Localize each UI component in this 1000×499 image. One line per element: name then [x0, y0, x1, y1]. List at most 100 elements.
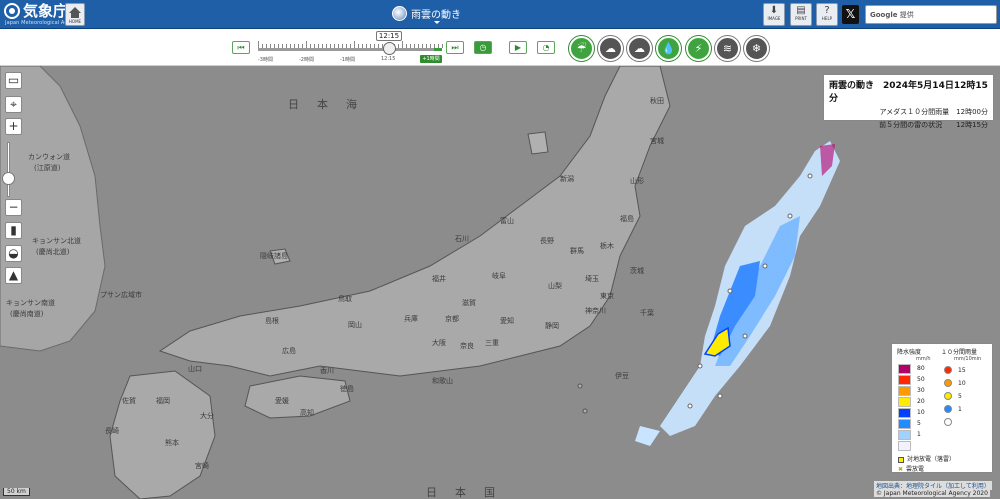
jma-logo[interactable]: 気象庁	[4, 3, 68, 19]
legend-panel: 降水強度 １０分間雨量 mm/h mm/10min 80 50 30 20 10 5 1 1…	[891, 343, 993, 473]
play-button[interactable]: ▶	[509, 41, 527, 54]
map-canvas[interactable]	[0, 66, 1000, 499]
prefecture-label: 大分	[200, 412, 214, 420]
forecast-label[interactable]: +1時間	[420, 55, 442, 63]
prefecture-label: 長野	[540, 237, 554, 245]
legend-swatch	[898, 441, 911, 451]
legend-lightning-cloud: ✖ 雲放電	[898, 466, 925, 473]
prefecture-label: 栃木	[600, 242, 614, 250]
search-provider: 提供	[899, 11, 914, 19]
zoom-slider-knob[interactable]	[2, 172, 15, 185]
legend-swatch	[898, 375, 911, 385]
prefecture-label: 佐賀	[122, 397, 136, 405]
amedas-point	[687, 403, 693, 409]
map-mode-button[interactable]: ▮	[5, 222, 22, 239]
map-source-credit[interactable]: 地図出典：地理院タイル（加工して利用）	[874, 481, 992, 490]
amedas-point	[742, 333, 748, 339]
timeline-tick	[402, 41, 403, 48]
speed-button[interactable]: ◔	[537, 41, 555, 54]
lightning-icon: ⚡	[694, 42, 703, 55]
legend-dot-label: 5	[958, 393, 962, 400]
prefecture-label: 和歌山	[432, 377, 453, 385]
region-label: 隠岐諸島	[260, 252, 288, 260]
print-button[interactable]: ▤ PRINT	[790, 3, 812, 26]
timeline-tick	[354, 41, 355, 48]
layers-button[interactable]: ▭	[5, 72, 22, 89]
location-button[interactable]: ⌖	[5, 96, 22, 113]
prefecture-label: 島根	[265, 317, 279, 325]
hazard-button[interactable]: ◒	[5, 245, 22, 262]
weather-map[interactable]: 日本海 日本国 カンウォン道 (江原道) キョンサン北道 (慶尚北道) キョンサ…	[0, 66, 1000, 499]
image-button[interactable]: ⬇ IMAGE	[763, 3, 785, 26]
legend-dot	[944, 418, 952, 426]
scale-bar: 50 km	[3, 488, 30, 496]
info-title: 雨雲の動き 2024年5月14日12時15分	[829, 81, 988, 104]
legend-dot-label: 1	[958, 406, 962, 413]
legend-swatch-label: 30	[917, 387, 925, 394]
prefecture-label: 長崎	[105, 427, 119, 435]
help-button[interactable]: ? HELP	[816, 3, 838, 26]
region-label: キョンサン北道	[32, 237, 81, 245]
skip-forward-icon: ⏭	[451, 43, 459, 52]
prefecture-label: 山梨	[548, 282, 562, 290]
latest-button[interactable]: ◷	[474, 41, 492, 54]
terrain-button[interactable]: ▲	[5, 267, 22, 284]
timeline-ticks	[258, 41, 443, 48]
legend-rain-unit: mm/h	[916, 356, 931, 362]
prefecture-label: 伊豆	[615, 372, 629, 380]
rain-radar-layer-button[interactable]: ☔	[569, 36, 594, 61]
first-frame-button[interactable]: ⏮	[232, 41, 250, 54]
legend-dot-label: 15	[958, 367, 966, 374]
prefecture-label: 滋賀	[462, 299, 476, 307]
sea-label-north: 日本海	[288, 98, 375, 111]
x-mark-icon: ✖	[898, 466, 904, 473]
zoom-out-button[interactable]: −	[5, 199, 22, 216]
skip-back-icon: ⏮	[237, 43, 245, 52]
chevron-down-icon[interactable]	[434, 21, 440, 24]
rain-amount-layer-button[interactable]: 💧	[656, 36, 681, 61]
search-input[interactable]: Google 提供	[865, 5, 997, 24]
prefecture-label: 香川	[320, 367, 334, 375]
current-time-bubble: 12:15	[376, 31, 402, 41]
legend-swatch	[898, 364, 911, 374]
timeline-track[interactable]	[258, 48, 434, 51]
minus-icon: −	[8, 200, 19, 214]
thunder-layer-button[interactable]: ⚡	[686, 36, 711, 61]
droplet-outline-icon: ◒	[8, 246, 19, 260]
info-panel: 雨雲の動き 2024年5月14日12時15分 アメダス１０分間雨量 12時00分…	[823, 74, 994, 129]
timeline-label: -3時間	[258, 57, 273, 63]
prefecture-label: 京都	[445, 315, 459, 323]
wind-layer-button[interactable]: ≋	[715, 36, 740, 61]
page-title: 雨雲の動き	[411, 10, 461, 21]
region-label: (江原道)	[34, 164, 61, 172]
question-icon: ?	[824, 5, 830, 16]
legend-swatch-label: 10	[917, 409, 925, 416]
square-icon	[898, 456, 904, 463]
timeline-label: -1時間	[340, 57, 355, 63]
prefecture-label: 愛知	[500, 317, 514, 325]
cloud-layer-button[interactable]: ☁	[598, 36, 623, 61]
prefecture-label: 広島	[282, 347, 296, 355]
cloud-forecast-layer-button[interactable]: ☁	[627, 36, 652, 61]
legend-swatch	[898, 397, 911, 407]
speedometer-icon: ◔	[542, 43, 550, 52]
timeline-tick	[442, 44, 443, 48]
prefecture-label: 福岡	[156, 397, 170, 405]
last-frame-button[interactable]: ⏭	[446, 41, 464, 54]
snow-icon: ❄	[751, 42, 762, 55]
timeline-forecast-track[interactable]	[434, 48, 442, 51]
zoom-in-button[interactable]: +	[5, 118, 22, 135]
prefecture-label: 群馬	[570, 247, 584, 255]
prefecture-label: 岡山	[348, 321, 362, 329]
snow-layer-button[interactable]: ❄	[744, 36, 769, 61]
prefecture-label: 山形	[630, 177, 644, 185]
cloud-rain-icon: ☁	[634, 42, 645, 55]
prefecture-label: 徳島	[340, 385, 354, 393]
page-title-dropdown[interactable]: 雨雲の動き	[392, 6, 461, 21]
home-button[interactable]: HOME	[65, 3, 85, 26]
region-label: カンウォン道	[28, 153, 70, 161]
printer-icon: ▤	[796, 5, 806, 16]
timeline-thumb[interactable]	[383, 42, 396, 55]
x-share-button[interactable]: 𝕏	[842, 5, 859, 24]
zoom-slider-track[interactable]	[7, 142, 10, 197]
